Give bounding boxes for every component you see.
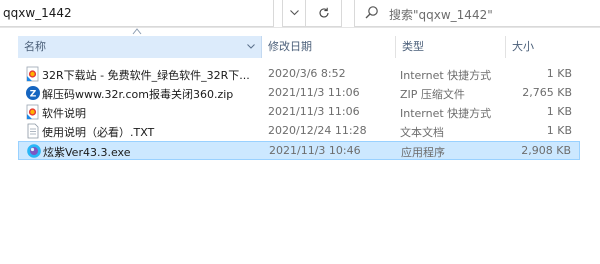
column-header-date[interactable]: 修改日期 — [262, 36, 396, 58]
address-dropdown-button[interactable] — [282, 0, 306, 27]
file-type: Internet 快捷方式 — [400, 107, 492, 120]
file-row[interactable]: 32R下载站 - 免费软件_绿色软件_32R下... 2020/3/6 8:52… — [18, 65, 580, 84]
file-name[interactable]: 解压码www.32r.com报毒关闭360.zip — [42, 86, 270, 102]
file-date: 2020/12/24 11:28 — [268, 124, 367, 137]
file-date: 2020/3/6 8:52 — [268, 67, 346, 80]
search-input[interactable]: 搜索"qqxw_1442" — [389, 6, 493, 23]
column-header-size[interactable]: 大小 — [506, 36, 578, 58]
file-type: Internet 快捷方式 — [400, 69, 492, 82]
column-header-type[interactable]: 类型 — [396, 36, 506, 58]
internet-shortcut-icon — [26, 104, 39, 120]
zip-archive-icon: Z — [26, 86, 40, 100]
search-box[interactable]: 搜索"qqxw_1442" — [354, 0, 600, 27]
file-date: 2021/11/3 10:46 — [269, 144, 361, 157]
file-size: 2,908 KB — [521, 144, 571, 157]
file-name[interactable]: 使用说明（必看）.TXT — [42, 124, 270, 140]
file-name[interactable]: 炫紫Ver43.3.exe — [43, 144, 271, 160]
text-document-icon — [27, 123, 39, 139]
column-header-date-label: 修改日期 — [268, 40, 312, 53]
file-type: ZIP 压缩文件 — [400, 88, 465, 101]
file-row[interactable]: Z 解压码www.32r.com报毒关闭360.zip 2021/11/3 11… — [18, 84, 580, 103]
refresh-icon — [318, 7, 329, 18]
file-date: 2021/11/3 11:06 — [268, 105, 360, 118]
file-type: 应用程序 — [401, 146, 445, 159]
file-name[interactable]: 软件说明 — [42, 105, 270, 121]
file-row[interactable]: 软件说明 2021/11/3 11:06 Internet 快捷方式 1 KB — [18, 103, 580, 122]
file-size: 1 KB — [546, 105, 572, 118]
chevron-down-icon — [289, 10, 299, 16]
sort-ascending-icon — [132, 28, 142, 35]
file-row-selected[interactable]: 炫紫Ver43.3.exe 2021/11/3 10:46 应用程序 2,908… — [18, 141, 580, 160]
search-icon — [365, 6, 378, 19]
refresh-button[interactable] — [306, 0, 342, 27]
file-size: 2,765 KB — [522, 86, 572, 99]
top-bar: qqxw_1442 搜索"qqxw_1442" — [0, 0, 600, 28]
column-header-size-label: 大小 — [512, 40, 534, 53]
file-date: 2021/11/3 11:06 — [268, 86, 360, 99]
file-size: 1 KB — [546, 124, 572, 137]
column-header-row: 名称 修改日期 类型 大小 — [0, 36, 600, 58]
address-bar[interactable]: qqxw_1442 — [0, 0, 274, 27]
chevron-down-icon[interactable] — [247, 44, 255, 49]
column-header-name-label: 名称 — [24, 40, 46, 53]
address-path[interactable]: qqxw_1442 — [3, 6, 72, 20]
file-row[interactable]: 使用说明（必看）.TXT 2020/12/24 11:28 文本文档 1 KB — [18, 122, 580, 141]
file-name[interactable]: 32R下载站 - 免费软件_绿色软件_32R下... — [42, 67, 270, 83]
file-type: 文本文档 — [400, 126, 444, 139]
file-size: 1 KB — [546, 67, 572, 80]
column-header-type-label: 类型 — [402, 40, 424, 53]
svg-text:Z: Z — [30, 90, 37, 100]
column-header-name[interactable]: 名称 — [18, 36, 262, 58]
internet-shortcut-icon — [26, 66, 39, 82]
application-icon — [27, 144, 41, 158]
